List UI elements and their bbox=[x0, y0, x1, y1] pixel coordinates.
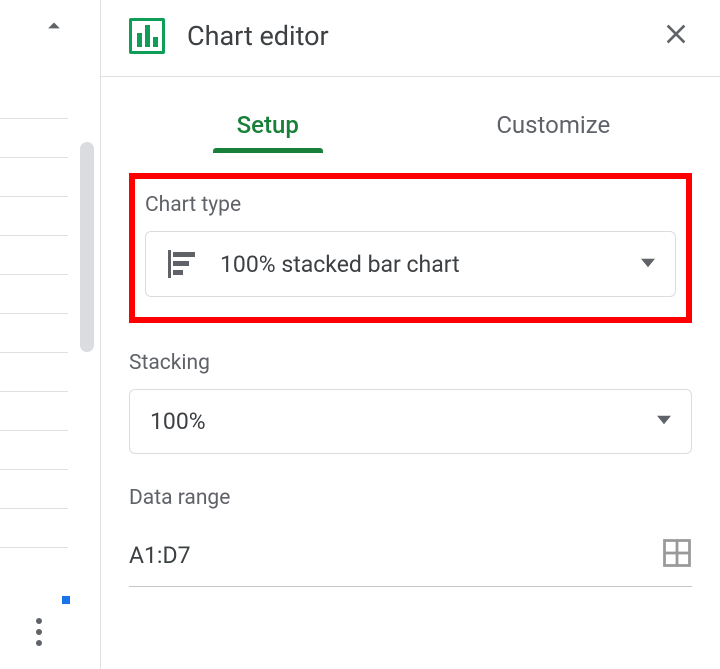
stacking-value: 100% bbox=[150, 408, 635, 435]
chart-type-section-highlight: Chart type 100% stacked bar chart bbox=[129, 173, 692, 323]
horizontal-bar-chart-icon bbox=[166, 250, 198, 278]
chevron-down-icon bbox=[641, 255, 655, 274]
close-button[interactable] bbox=[660, 18, 692, 54]
chevron-down-icon bbox=[657, 412, 671, 431]
chart-type-select[interactable]: 100% stacked bar chart bbox=[145, 231, 676, 297]
divider bbox=[101, 76, 720, 77]
chart-editor-icon bbox=[129, 18, 165, 54]
stacking-select[interactable]: 100% bbox=[129, 389, 692, 454]
input-underline bbox=[129, 586, 692, 587]
data-range-label: Data range bbox=[129, 486, 692, 510]
chart-type-value: 100% stacked bar chart bbox=[220, 251, 619, 278]
data-range-section: Data range A1:D7 bbox=[129, 486, 692, 587]
cell-selection-handle[interactable] bbox=[62, 596, 70, 604]
chart-type-label: Chart type bbox=[145, 193, 676, 217]
stacking-section: Stacking 100% bbox=[129, 351, 692, 454]
tab-setup[interactable]: Setup bbox=[125, 105, 411, 151]
panel-title: Chart editor bbox=[187, 20, 638, 52]
collapse-arrow-icon[interactable] bbox=[40, 12, 68, 44]
spreadsheet-rows bbox=[0, 80, 68, 630]
tab-customize[interactable]: Customize bbox=[411, 105, 697, 151]
stacking-label: Stacking bbox=[129, 351, 692, 375]
more-options-icon[interactable] bbox=[36, 618, 42, 646]
data-range-input[interactable]: A1:D7 bbox=[129, 542, 191, 569]
select-range-icon[interactable] bbox=[662, 538, 692, 572]
chart-editor-panel: Chart editor Setup Customize Chart type … bbox=[100, 0, 720, 669]
scrollbar[interactable] bbox=[80, 142, 94, 352]
